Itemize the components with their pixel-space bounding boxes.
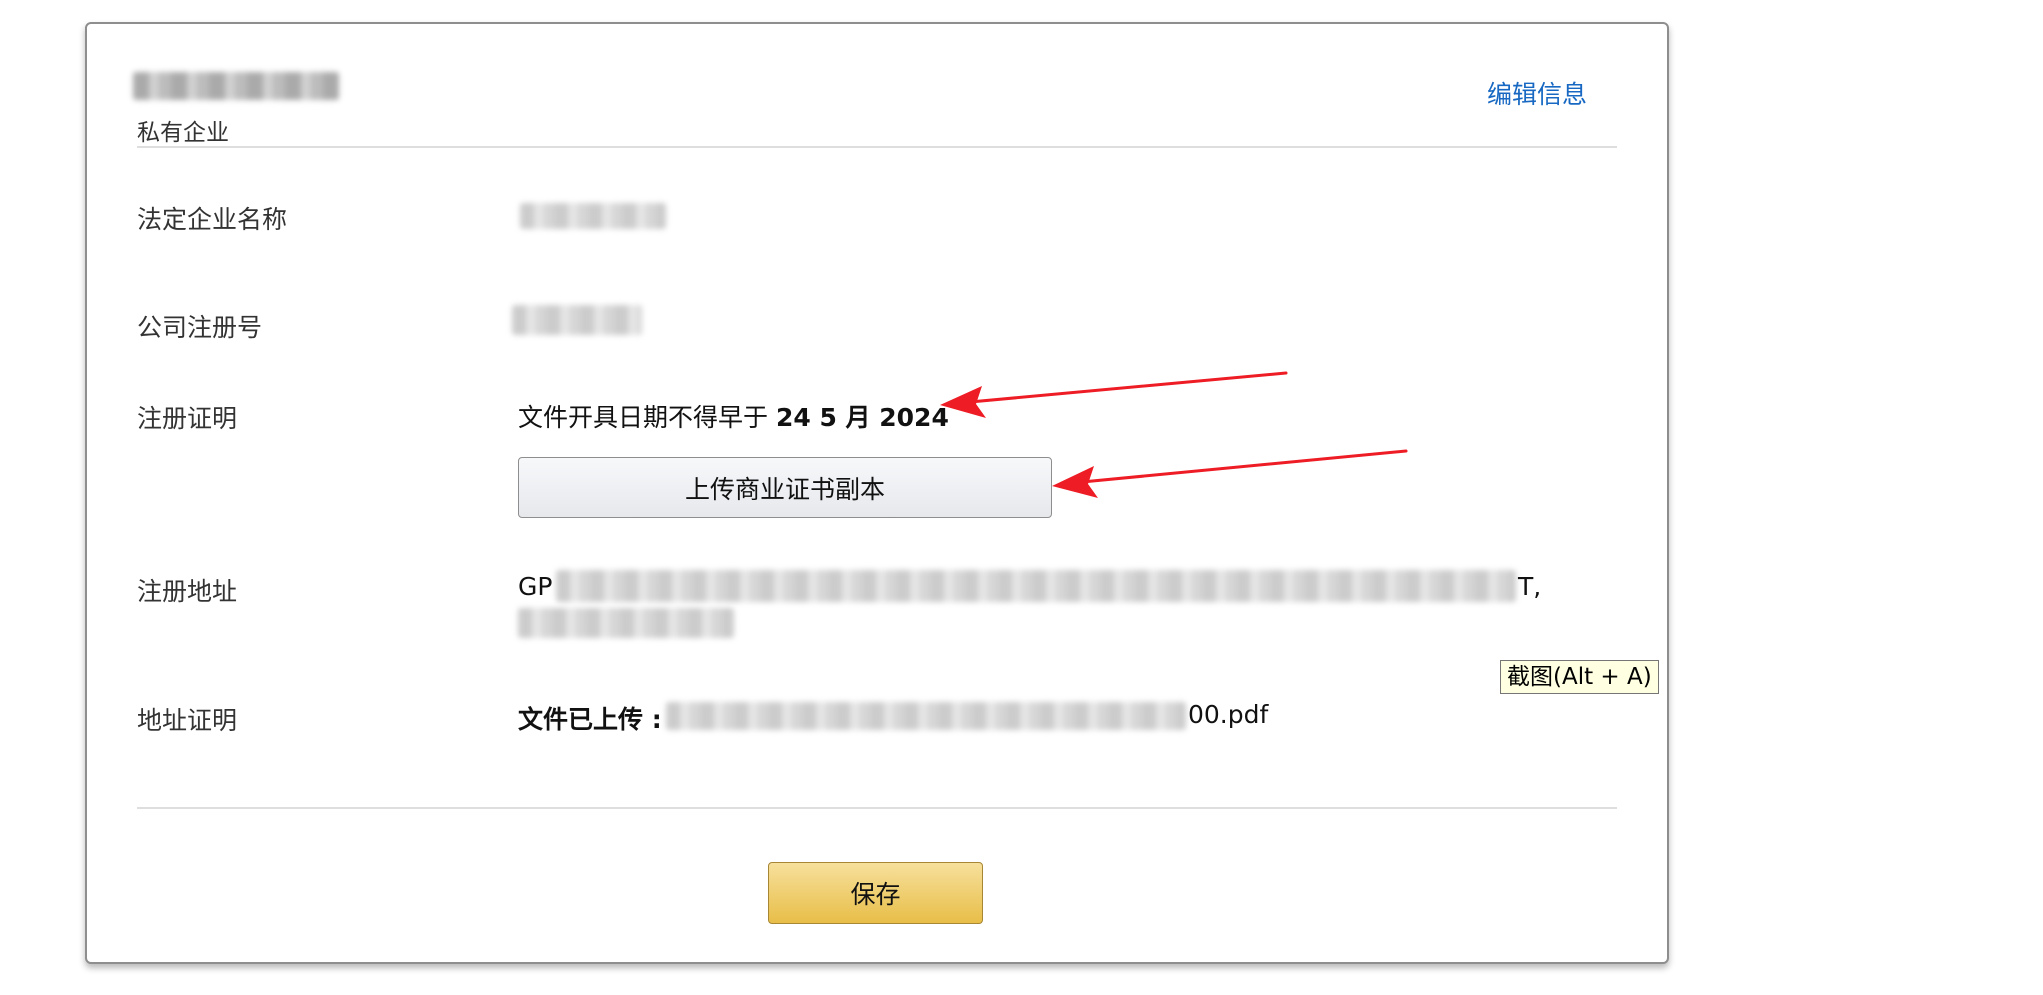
- screenshot-tooltip: 截图(Alt + A): [1500, 660, 1659, 694]
- reg-address-line1-redacted: [556, 570, 1516, 602]
- upload-certificate-button[interactable]: 上传商业证书副本: [518, 457, 1052, 518]
- footer-divider: [137, 807, 1617, 809]
- reg-address-suffix: T,: [1518, 572, 1542, 601]
- edit-info-link[interactable]: 编辑信息: [1487, 75, 1587, 111]
- reg-number-label: 公司注册号: [137, 313, 263, 342]
- company-type-label: 私有企业: [137, 120, 229, 146]
- reg-number-value-redacted: [512, 305, 642, 335]
- header-divider: [137, 146, 1617, 148]
- reg-proof-note-text: 文件开具日期不得早于: [518, 403, 769, 432]
- reg-address-prefix: GP: [518, 572, 553, 601]
- address-proof-label: 地址证明: [137, 706, 238, 735]
- legal-name-value-redacted: [520, 203, 666, 229]
- file-name-visible: 00.pdf: [1188, 700, 1269, 729]
- reg-address-label: 注册地址: [137, 577, 238, 606]
- reg-address-line2-redacted: [518, 608, 734, 638]
- reg-proof-note: 文件开具日期不得早于 24 5 月 2024: [518, 398, 949, 434]
- file-uploaded-label: 文件已上传 :: [518, 705, 662, 734]
- legal-name-label: 法定企业名称: [137, 205, 288, 234]
- file-name-redacted: [666, 702, 1186, 730]
- company-name-redacted: [133, 72, 339, 100]
- save-button[interactable]: 保存: [768, 862, 983, 924]
- reg-proof-date: 24 5 月 2024: [775, 403, 949, 432]
- reg-proof-label: 注册证明: [137, 404, 238, 433]
